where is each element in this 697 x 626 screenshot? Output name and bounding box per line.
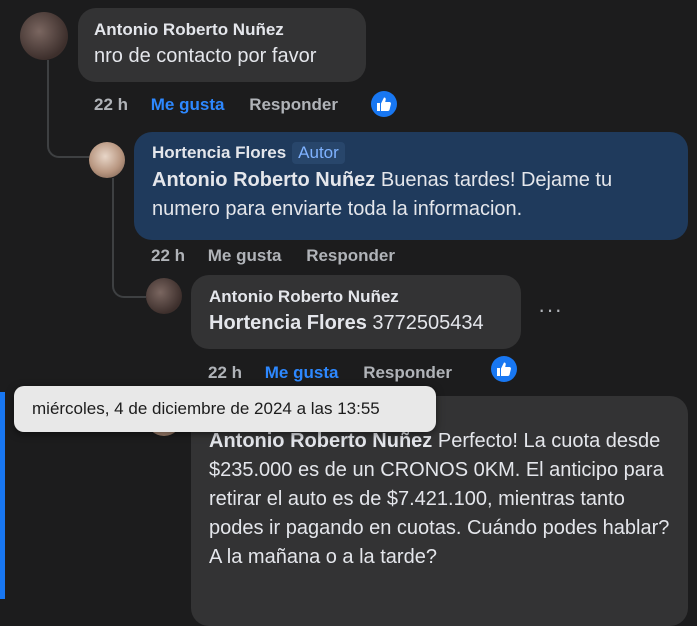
comment-time[interactable]: 22 h xyxy=(94,95,128,114)
mention-link[interactable]: Antonio Roberto Nuñez xyxy=(209,430,432,452)
comment-author[interactable]: Antonio Roberto Nuñez xyxy=(94,20,350,40)
avatar[interactable] xyxy=(20,12,68,60)
comment-body: 3772505434 xyxy=(366,312,484,334)
comment-bubble: Hortencia Flores Autor Antonio Roberto Nu… xyxy=(134,132,688,240)
comment-actions: 22 h Me gusta Responder xyxy=(151,246,395,266)
comment-author[interactable]: Antonio Roberto Nuñez xyxy=(209,287,503,307)
thumbs-up-icon xyxy=(377,97,391,111)
timestamp-tooltip: miércoles, 4 de diciembre de 2024 a las … xyxy=(14,386,436,432)
reply-button[interactable]: Responder xyxy=(363,363,452,382)
like-button[interactable]: Me gusta xyxy=(208,246,282,265)
comment-bubble: Antonio Roberto Nuñez nro de contacto po… xyxy=(78,8,366,82)
comment-time[interactable]: 22 h xyxy=(208,363,242,382)
avatar[interactable] xyxy=(146,278,182,314)
comment-actions: 22 h Me gusta Responder xyxy=(94,95,338,115)
mention-link[interactable]: Antonio Roberto Nuñez xyxy=(152,169,375,191)
more-options-icon[interactable]: ··· xyxy=(538,297,563,323)
selected-thread-indicator xyxy=(0,392,5,599)
comment-text: Antonio Roberto Nuñez Perfecto! La cuota… xyxy=(209,427,670,572)
comment-author-name[interactable]: Hortencia Flores xyxy=(152,143,286,162)
comment-time[interactable]: 22 h xyxy=(151,246,185,265)
comment-text: nro de contacto por favor xyxy=(94,45,317,67)
like-button[interactable]: Me gusta xyxy=(265,363,339,382)
like-button[interactable]: Me gusta xyxy=(151,95,225,114)
thumbs-up-icon xyxy=(497,362,511,376)
comment-actions: 22 h Me gusta Responder xyxy=(208,363,452,383)
reply-button[interactable]: Responder xyxy=(306,246,395,265)
mention-link[interactable]: Hortencia Flores xyxy=(209,312,367,334)
comment-text: Antonio Roberto Nuñez Buenas tardes! Dej… xyxy=(152,166,670,224)
comment-author: Hortencia Flores Autor xyxy=(152,142,670,164)
comment-bubble: Antonio Roberto Nuñez Hortencia Flores 3… xyxy=(191,275,521,349)
like-reaction-badge[interactable] xyxy=(491,356,517,382)
reply-button[interactable]: Responder xyxy=(249,95,338,114)
comment-text: Hortencia Flores 3772505434 xyxy=(209,309,503,338)
like-reaction-badge[interactable] xyxy=(371,91,397,117)
author-badge: Autor xyxy=(292,142,345,164)
avatar[interactable] xyxy=(89,142,125,178)
